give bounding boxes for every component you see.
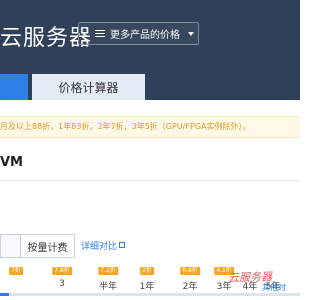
more-products-label: 更多产品的价格	[110, 30, 180, 41]
page-header: 云服务器 更多产品的价格 价格计算器	[0, 0, 300, 100]
chevron-down-icon	[188, 31, 194, 36]
discount-badge: 6.8折	[180, 267, 200, 275]
section-title: VM	[0, 155, 23, 170]
discount-notice-text: 月及以上88折，1年83折，2年7折，3年5折（GPU/FPGA实例除外）。	[0, 122, 251, 131]
tab-price-calculator[interactable]: 价格计算器	[32, 74, 145, 100]
billing-option-pay-as-you-go[interactable]: 按量计费	[20, 234, 75, 258]
discount-notice: 月及以上88折，1年83折，2年7折，3年5折（GPU/FPGA实例除外）。	[0, 116, 300, 138]
list-icon	[95, 29, 105, 38]
discount-badge: 2折	[140, 267, 154, 275]
discount-badge: 7.8折	[52, 267, 72, 275]
discount-badge: 7折	[9, 267, 23, 275]
duration-label: 3	[59, 279, 65, 289]
tab-pricing[interactable]	[0, 74, 28, 100]
duration-label: 1年	[139, 282, 155, 292]
watermark-sub: 其他时	[262, 283, 286, 292]
divider	[0, 180, 300, 181]
duration-track	[0, 293, 300, 296]
duration-label: 2年	[182, 282, 198, 292]
duration-track-fill	[0, 293, 9, 296]
billing-option-subscription[interactable]	[0, 234, 20, 258]
compare-link-label: 详细对比	[81, 242, 118, 252]
pay-as-you-go-label: 按量计费	[27, 242, 68, 254]
duration-label: 半年	[98, 282, 117, 292]
detailed-compare-link[interactable]: 详细对比	[81, 239, 126, 252]
discount-badge: 7.2折	[98, 267, 118, 275]
external-link-icon	[119, 242, 126, 248]
more-products-price-button[interactable]: 更多产品的价格	[78, 22, 199, 45]
tab-price-calculator-label: 价格计算器	[58, 80, 119, 95]
